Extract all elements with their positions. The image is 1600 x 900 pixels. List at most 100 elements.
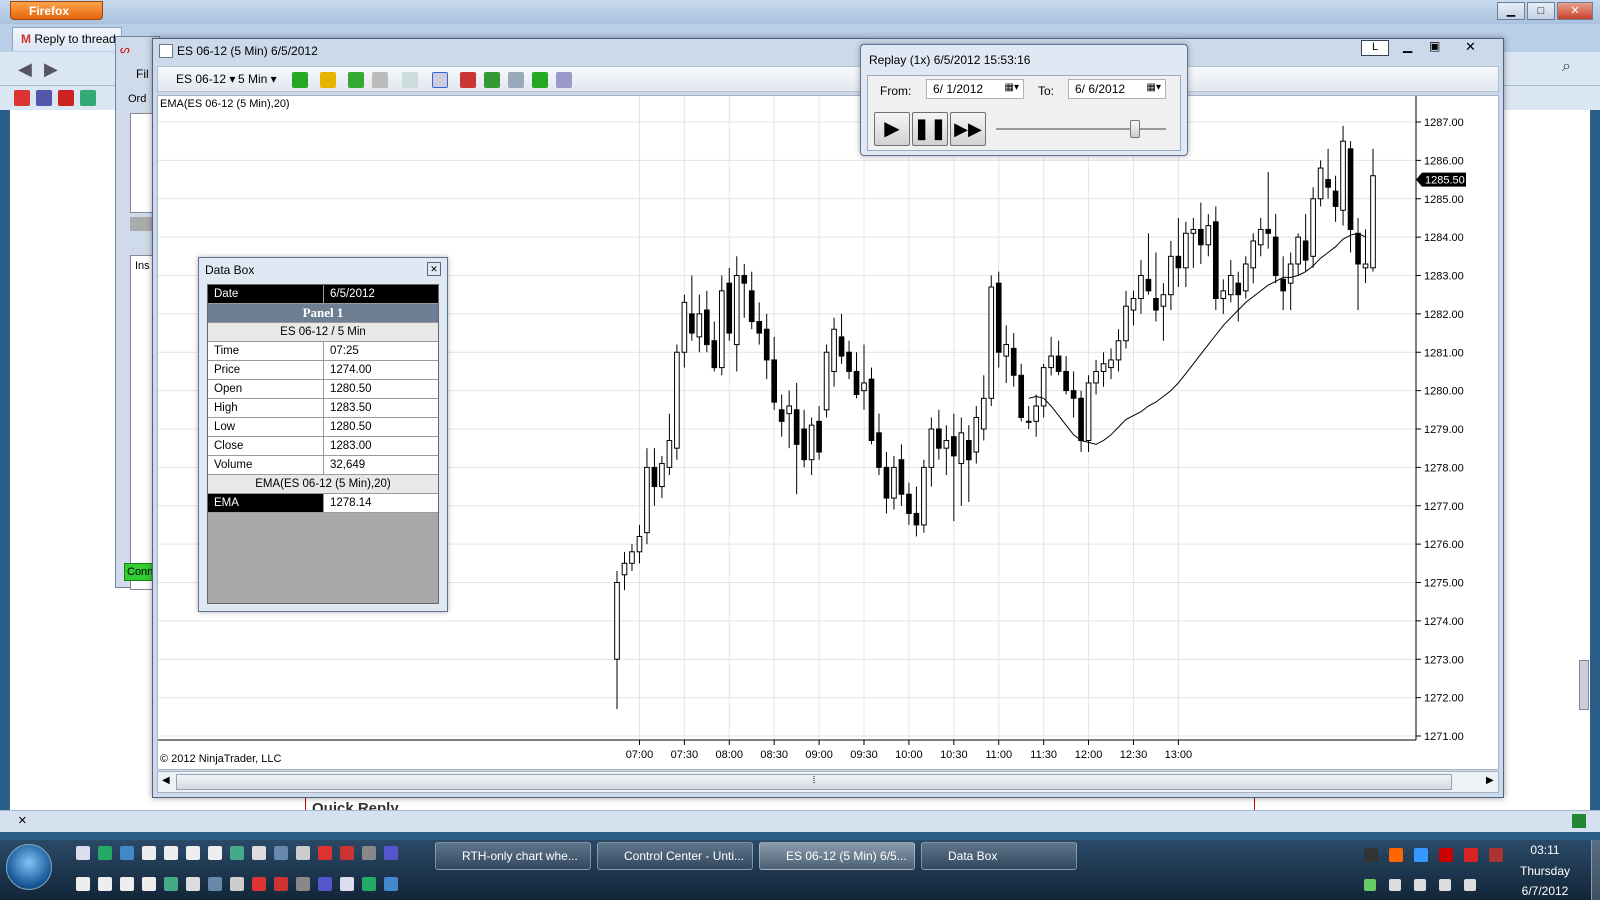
calendar-icon: ▦▾	[1004, 82, 1019, 93]
quick-launch-icon[interactable]	[384, 846, 398, 860]
play-button[interactable]: ▶	[874, 112, 910, 146]
close-findbar-icon[interactable]: ×	[18, 812, 27, 829]
search-icon[interactable]: ⌕	[1562, 58, 1571, 76]
quick-launch-icon[interactable]	[186, 846, 200, 860]
page-scrollbar[interactable]	[1579, 660, 1589, 710]
drawing-tool-icon[interactable]	[348, 72, 364, 88]
candle-body	[681, 301, 688, 353]
candle-body	[704, 309, 710, 346]
taskbar-button-firefox[interactable]: RTH-only chart whe...	[435, 842, 591, 870]
quick-launch-icon[interactable]	[318, 846, 332, 860]
bookmark-icon[interactable]	[36, 90, 52, 106]
gmail-bookmark-icon[interactable]	[14, 90, 30, 106]
indicator-icon[interactable]	[484, 72, 500, 88]
back-icon[interactable]: ◀	[18, 59, 32, 80]
firefox-menu-button[interactable]: Firefox	[10, 1, 103, 20]
tray-icon[interactable]	[1439, 848, 1453, 862]
bar-type-icon[interactable]	[292, 72, 308, 88]
tray-icon[interactable]	[1439, 879, 1451, 891]
properties-icon[interactable]	[556, 72, 572, 88]
data-box-close-icon[interactable]: ✕	[427, 262, 441, 276]
tray-icon[interactable]	[1364, 848, 1378, 862]
start-button[interactable]	[6, 844, 52, 890]
from-date-field[interactable]: 6/ 1/2012 ▦▾	[926, 79, 1024, 99]
quick-launch-icon[interactable]	[252, 877, 266, 891]
quick-launch-icon[interactable]	[274, 846, 288, 860]
scroll-left-icon[interactable]: ◀	[162, 775, 170, 786]
windows-icon[interactable]	[80, 90, 96, 106]
quick-launch-icon[interactable]	[296, 846, 310, 860]
taskbar-button-data-box[interactable]: Data Box	[921, 842, 1077, 870]
cursor-icon[interactable]	[402, 72, 418, 88]
strategy-icon[interactable]	[508, 72, 524, 88]
tray-icon[interactable]	[1389, 848, 1403, 862]
chart-horizontal-scrollbar[interactable]: ◀ ⦙ ▶	[157, 771, 1499, 793]
taskbar-button-control-center[interactable]: Control Center - Unti...	[597, 842, 753, 870]
quick-launch-icon[interactable]	[164, 877, 178, 891]
instrument-selector[interactable]: ES 06-12 ▾	[176, 72, 235, 86]
chart-maximize-icon[interactable]: ▣	[1429, 39, 1440, 53]
addon-icon[interactable]	[1572, 814, 1586, 828]
tray-icon[interactable]	[1364, 879, 1376, 891]
quick-launch-icon[interactable]	[186, 877, 200, 891]
quick-launch-icon[interactable]	[142, 877, 156, 891]
quick-launch-icon[interactable]	[98, 846, 112, 860]
quick-launch-icon[interactable]	[318, 877, 332, 891]
browser-tab[interactable]: M Reply to thread	[12, 27, 122, 51]
interval-selector[interactable]: 5 Min ▾	[238, 72, 277, 86]
quick-launch-icon[interactable]	[362, 846, 376, 860]
candle-body	[943, 440, 950, 449]
show-desktop-button[interactable]	[1591, 840, 1600, 900]
tray-icon[interactable]	[1414, 848, 1428, 862]
pause-button[interactable]: ❚❚	[912, 112, 948, 146]
tray-icon[interactable]	[1464, 848, 1478, 862]
candle-body	[988, 286, 995, 399]
scroll-right-icon[interactable]: ▶	[1486, 775, 1494, 786]
maximize-icon[interactable]: □	[1527, 2, 1555, 20]
quick-launch-icon[interactable]	[340, 846, 354, 860]
quick-launch-icon[interactable]	[274, 877, 288, 891]
zoom-icon[interactable]	[432, 72, 448, 88]
replay-speed-slider[interactable]	[1130, 120, 1141, 138]
quick-launch-icon[interactable]	[362, 877, 376, 891]
chart-close-icon[interactable]: ✕	[1465, 39, 1476, 55]
quick-launch-icon[interactable]	[384, 877, 398, 891]
minimize-icon[interactable]: ▁	[1497, 2, 1525, 20]
fast-forward-button[interactable]: ▶▶	[950, 112, 986, 146]
quick-launch-icon[interactable]	[230, 846, 244, 860]
tray-icon[interactable]	[1389, 879, 1401, 891]
quick-launch-icon[interactable]	[120, 846, 134, 860]
quick-launch-icon[interactable]	[164, 846, 178, 860]
drawing-tool-icon[interactable]	[372, 72, 388, 88]
order-icon[interactable]	[460, 72, 476, 88]
quick-launch-icon[interactable]	[76, 846, 90, 860]
quick-launch-icon[interactable]	[76, 877, 90, 891]
quick-launch-icon[interactable]	[120, 877, 134, 891]
quick-launch-icon[interactable]	[142, 846, 156, 860]
chart-minimize-icon[interactable]: ▁	[1403, 39, 1412, 53]
close-icon[interactable]: ✕	[1557, 2, 1593, 20]
data-box-title: Data Box	[205, 263, 255, 277]
candle-body	[1355, 232, 1361, 265]
dollar-icon[interactable]	[532, 72, 548, 88]
quick-launch-icon[interactable]	[208, 877, 222, 891]
quick-launch-icon[interactable]	[230, 877, 244, 891]
forward-icon[interactable]: ▶	[44, 59, 58, 80]
quick-launch-icon[interactable]	[340, 877, 354, 891]
bookmark-icon[interactable]	[58, 90, 74, 106]
quick-launch-icon[interactable]	[296, 877, 310, 891]
tray-icon[interactable]	[1464, 879, 1476, 891]
quick-launch-icon[interactable]	[252, 846, 266, 860]
clock-time[interactable]: 03:11	[1505, 843, 1585, 857]
to-date-field[interactable]: 6/ 6/2012 ▦▾	[1068, 79, 1166, 99]
quick-launch-icon[interactable]	[208, 846, 222, 860]
file-menu[interactable]: Fil	[136, 67, 149, 81]
orders-tab[interactable]: Ord	[128, 93, 146, 105]
tray-icon[interactable]	[1414, 879, 1426, 891]
quick-launch-icon[interactable]	[98, 877, 112, 891]
scroll-thumb[interactable]: ⦙	[176, 774, 1452, 790]
drawing-pencil-icon[interactable]	[320, 72, 336, 88]
taskbar-button-chart[interactable]: ES 06-12 (5 Min) 6/5...	[759, 842, 915, 870]
link-button[interactable]: L	[1361, 40, 1389, 56]
tray-icon[interactable]	[1489, 848, 1503, 862]
